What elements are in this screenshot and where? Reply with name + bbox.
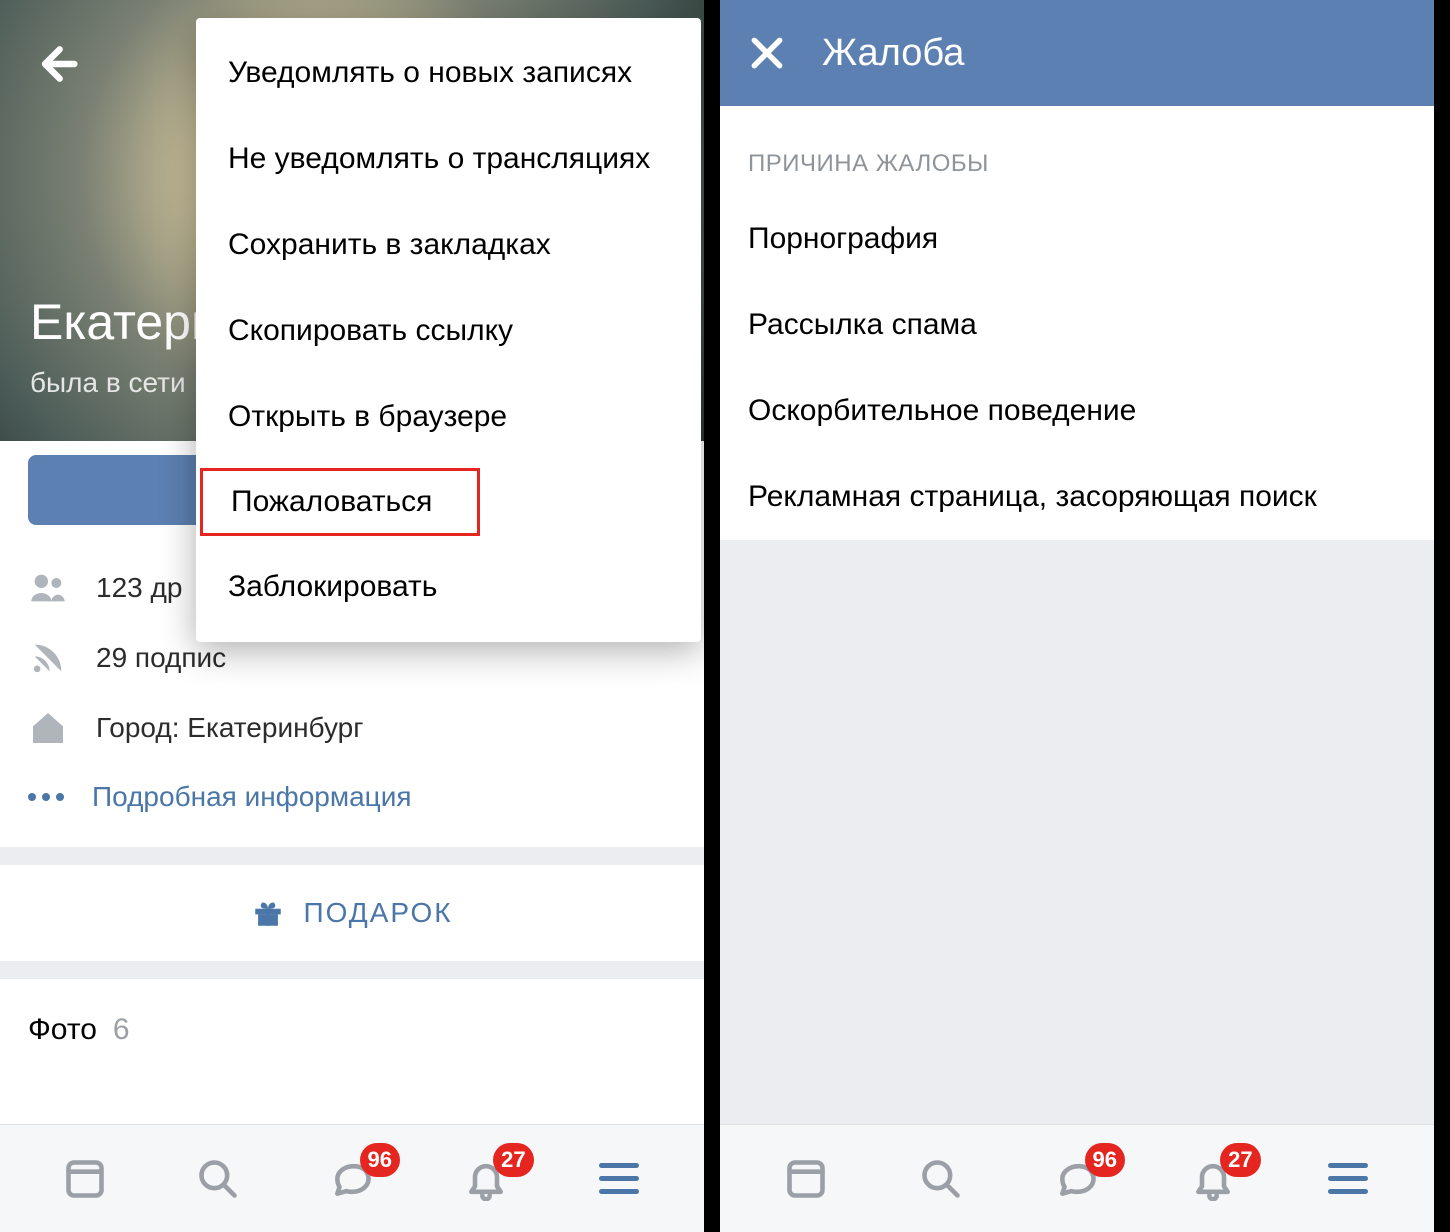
photos-section[interactable]: Фото 6 — [0, 979, 704, 1081]
report-empty-area — [720, 540, 1434, 1124]
notifications-badge: 27 — [1220, 1143, 1260, 1177]
dots-icon — [28, 793, 64, 801]
bottom-nav: 96 27 — [720, 1124, 1434, 1232]
report-option-1[interactable]: Рассылка спама — [720, 282, 1434, 368]
nav-search[interactable] — [188, 1149, 248, 1209]
more-info-row[interactable]: Подробная информация — [0, 763, 704, 847]
city-text: Город: Екатеринбург — [96, 712, 363, 744]
menu-item-3[interactable]: Скопировать ссылку — [196, 288, 701, 374]
nav-feed[interactable] — [776, 1149, 836, 1209]
report-option-0[interactable]: Порнография — [720, 196, 1434, 282]
messages-badge: 96 — [1085, 1143, 1125, 1177]
bottom-nav: 96 27 — [0, 1124, 704, 1232]
nav-notifications[interactable]: 27 — [456, 1149, 516, 1209]
nav-messages[interactable]: 96 — [1047, 1149, 1107, 1209]
home-icon — [28, 708, 68, 748]
nav-notifications[interactable]: 27 — [1183, 1149, 1243, 1209]
menu-item-5[interactable]: Пожаловаться — [200, 468, 480, 536]
gift-button[interactable]: ПОДАРОК — [0, 865, 704, 961]
report-screen: Жалоба ПРИЧИНА ЖАЛОБЫ ПорнографияРассылк… — [720, 0, 1434, 1232]
report-option-3[interactable]: Рекламная страница, засоряющая поиск — [720, 454, 1434, 540]
report-title: Жалоба — [822, 32, 964, 75]
options-dropdown: Уведомлять о новых записяхНе уведомлять … — [196, 18, 701, 642]
nav-feed[interactable] — [55, 1149, 115, 1209]
city-row[interactable]: Город: Екатеринбург — [28, 693, 676, 763]
nav-menu[interactable] — [1318, 1149, 1378, 1209]
followers-text: 29 подпис — [96, 642, 226, 674]
hamburger-icon — [599, 1163, 639, 1194]
profile-name: Екатери — [30, 293, 219, 351]
menu-item-6[interactable]: Заблокировать — [196, 544, 701, 630]
messages-badge: 96 — [360, 1143, 400, 1177]
notifications-badge: 27 — [493, 1143, 533, 1177]
photos-count: 6 — [113, 1013, 130, 1047]
nav-search[interactable] — [911, 1149, 971, 1209]
rss-icon — [28, 638, 68, 678]
gift-label: ПОДАРОК — [303, 897, 452, 929]
friends-text: 123 др — [96, 572, 182, 604]
report-section-label: ПРИЧИНА ЖАЛОБЫ — [720, 106, 1434, 196]
menu-item-0[interactable]: Уведомлять о новых записях — [196, 30, 701, 116]
more-info-label: Подробная информация — [92, 781, 412, 813]
profile-status: была в сети — [30, 367, 186, 399]
friends-icon — [28, 568, 68, 608]
divider — [0, 961, 704, 979]
report-options-list: ПорнографияРассылка спамаОскорбительное … — [720, 196, 1434, 540]
nav-messages[interactable]: 96 — [322, 1149, 382, 1209]
hamburger-icon — [1328, 1163, 1368, 1194]
report-header: Жалоба — [720, 0, 1434, 106]
report-option-2[interactable]: Оскорбительное поведение — [720, 368, 1434, 454]
gift-icon — [251, 896, 285, 930]
nav-menu[interactable] — [589, 1149, 649, 1209]
divider — [0, 847, 704, 865]
photos-label: Фото — [28, 1013, 97, 1047]
back-icon[interactable] — [34, 42, 78, 86]
menu-item-1[interactable]: Не уведомлять о трансляциях — [196, 116, 701, 202]
profile-screen: Екатери была в сети Сообщ 123 др 29 подп… — [0, 0, 720, 1232]
close-icon[interactable] — [748, 34, 786, 72]
menu-item-4[interactable]: Открыть в браузере — [196, 374, 701, 460]
menu-item-2[interactable]: Сохранить в закладках — [196, 202, 701, 288]
